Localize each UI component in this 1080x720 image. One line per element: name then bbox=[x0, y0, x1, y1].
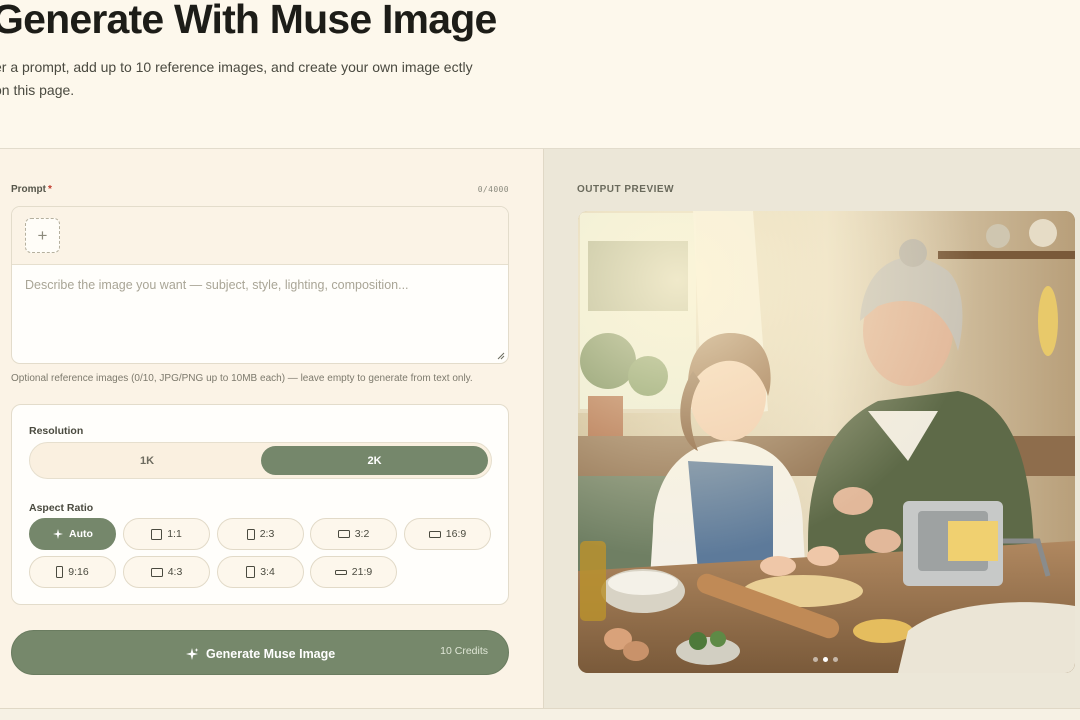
aspect-ratio-auto-button[interactable]: Auto bbox=[29, 518, 116, 550]
reference-images-strip: + bbox=[12, 207, 508, 265]
portrait-ratio-icon bbox=[246, 566, 256, 578]
resolution-1k-button[interactable]: 1K bbox=[33, 446, 261, 475]
carousel-dot[interactable] bbox=[833, 657, 838, 662]
aspect-ratio-21-9-button[interactable]: 21:9 bbox=[310, 556, 397, 588]
reference-helper-text: Optional reference images (0/10, JPG/PNG… bbox=[11, 373, 473, 384]
aspect-ratio-1-1-label: 1:1 bbox=[167, 528, 182, 540]
resize-handle-icon[interactable] bbox=[497, 352, 505, 360]
generate-button-label: Generate Muse Image bbox=[206, 646, 336, 661]
output-preview-label: OUTPUT PREVIEW bbox=[577, 184, 675, 195]
aspect-ratio-3-4-button[interactable]: 3:4 bbox=[217, 556, 304, 588]
resolution-label: Resolution bbox=[29, 425, 84, 437]
prompt-textarea[interactable] bbox=[12, 265, 508, 363]
aspect-ratio-9-16-label: 9:16 bbox=[68, 566, 89, 578]
generate-button[interactable]: Generate Muse Image 10 Credits bbox=[11, 630, 509, 675]
char-counter: 0/4000 bbox=[477, 185, 509, 194]
prompt-label-text: Prompt bbox=[11, 184, 46, 195]
plus-icon: + bbox=[37, 225, 48, 245]
landscape-ratio-icon bbox=[150, 567, 163, 577]
aspect-ratio-3-2-button[interactable]: 3:2 bbox=[310, 518, 397, 550]
carousel-indicator bbox=[813, 657, 838, 662]
portrait-ratio-icon bbox=[246, 528, 255, 540]
options-card: Resolution 1K 2K Aspect Ratio Auto 1:1 2… bbox=[11, 404, 509, 605]
tall-ratio-icon bbox=[56, 566, 64, 578]
aspect-ratio-16-9-label: 16:9 bbox=[445, 528, 467, 540]
aspect-ratio-4-3-button[interactable]: 4:3 bbox=[123, 556, 210, 588]
aspect-ratio-16-9-button[interactable]: 16:9 bbox=[404, 518, 491, 550]
prompt-label: Prompt * bbox=[11, 184, 52, 195]
aspect-ratio-3-4-label: 3:4 bbox=[260, 566, 275, 578]
wide-ratio-icon bbox=[428, 530, 441, 538]
aspect-ratio-4-3-label: 4:3 bbox=[167, 566, 183, 578]
sparkle-icon bbox=[186, 647, 199, 660]
aspect-ratio-auto-label: Auto bbox=[69, 528, 93, 540]
add-reference-image-button[interactable]: + bbox=[25, 218, 60, 253]
resolution-2k-button[interactable]: 2K bbox=[261, 446, 488, 475]
page-title: Generate With Muse Image bbox=[0, 0, 497, 42]
aspect-ratio-2-3-button[interactable]: 2:3 bbox=[217, 518, 304, 550]
aspect-ratio-1-1-button[interactable]: 1:1 bbox=[123, 518, 210, 550]
output-preview-image[interactable] bbox=[578, 211, 1075, 673]
aspect-ratio-21-9-label: 21:9 bbox=[351, 566, 373, 578]
page-header: Generate With Muse Image er a prompt, ad… bbox=[0, 0, 1080, 148]
resolution-toggle: 1K 2K bbox=[29, 442, 492, 479]
aspect-ratio-2-3-label: 2:3 bbox=[259, 528, 275, 540]
carousel-dot-active[interactable] bbox=[823, 657, 828, 662]
carousel-dot[interactable] bbox=[813, 657, 818, 662]
page-subtitle: er a prompt, add up to 10 reference imag… bbox=[0, 59, 473, 98]
aspect-ratio-9-16-button[interactable]: 9:16 bbox=[29, 556, 116, 588]
square-ratio-icon bbox=[151, 528, 163, 540]
landscape-ratio-icon bbox=[337, 530, 350, 538]
generated-image bbox=[578, 211, 1075, 673]
required-mark: * bbox=[48, 184, 52, 195]
aspect-ratio-label: Aspect Ratio bbox=[29, 502, 94, 514]
sparkle-icon bbox=[53, 529, 64, 539]
credits-cost: 10 Credits bbox=[440, 645, 488, 657]
ultrawide-ratio-icon bbox=[334, 569, 347, 575]
aspect-ratio-3-2-label: 3:2 bbox=[354, 528, 370, 540]
footer-strip bbox=[0, 709, 1080, 720]
prompt-box: + bbox=[11, 206, 509, 364]
